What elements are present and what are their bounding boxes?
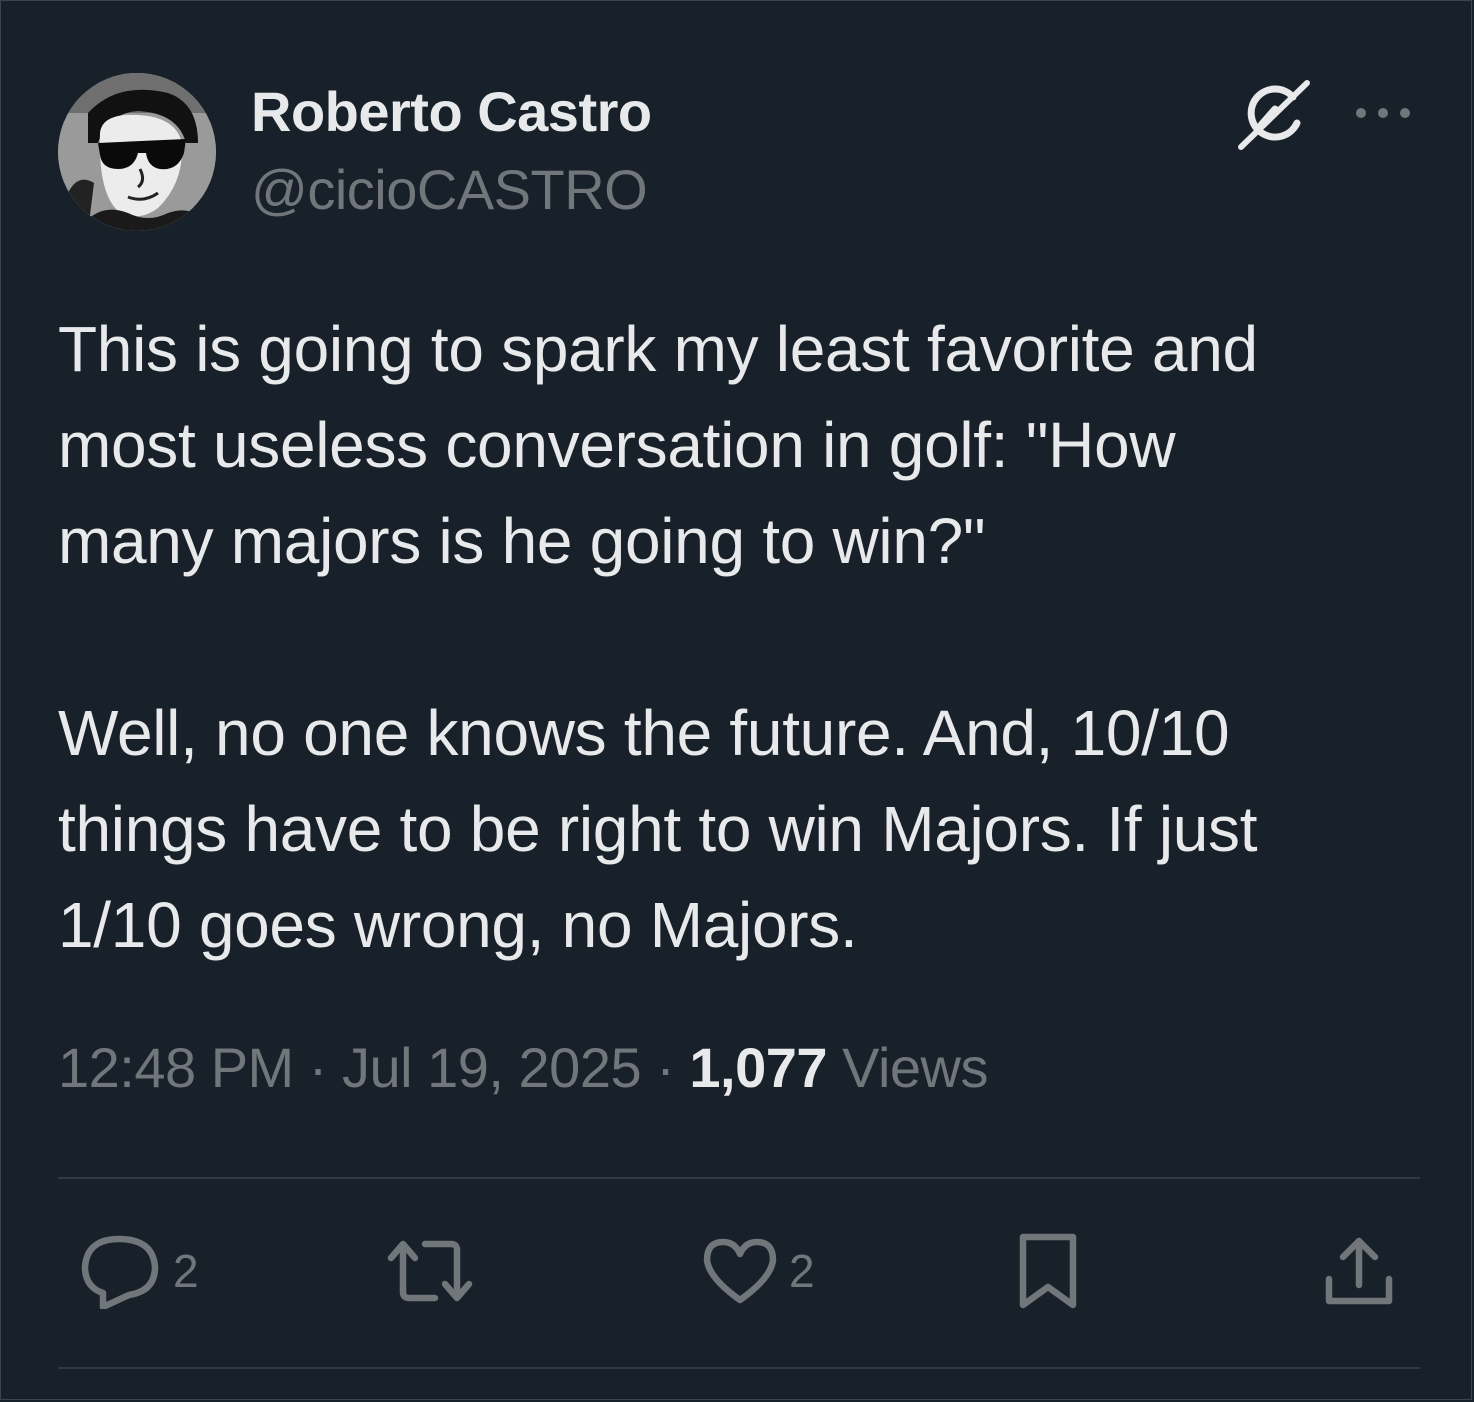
divider-bottom	[58, 1367, 1420, 1369]
tweet-meta: 12:48 PM · Jul 19, 2025 · 1,077 Views	[58, 1035, 988, 1100]
tweet-date[interactable]: Jul 19, 2025	[342, 1036, 642, 1099]
author-handle[interactable]: @cicioCASTRO	[251, 157, 648, 222]
tweet-text: This is going to spark my least favorite…	[58, 301, 1438, 973]
tweet-line: Well, no one knows the future. And, 10/1…	[58, 697, 1230, 769]
share-button[interactable]	[1321, 1231, 1397, 1311]
tweet-line: things have to be right to win Majors. I…	[58, 793, 1258, 865]
avatar[interactable]	[58, 73, 216, 231]
tweet-line: many majors is he going to win?"	[58, 505, 986, 577]
like-icon	[703, 1238, 777, 1304]
bookmark-icon	[1019, 1233, 1077, 1309]
repost-button[interactable]	[385, 1231, 485, 1311]
like-count: 2	[789, 1245, 815, 1297]
bookmark-button[interactable]	[1015, 1231, 1081, 1311]
meta-separator: ·	[308, 1036, 328, 1099]
repost-icon	[387, 1240, 473, 1302]
reply-count: 2	[173, 1245, 199, 1297]
tweet-line: This is going to spark my least favorite…	[58, 313, 1258, 385]
like-button[interactable]: 2	[701, 1231, 815, 1311]
divider-top	[58, 1177, 1420, 1179]
grok-icon[interactable]	[1235, 79, 1313, 151]
meta-separator: ·	[656, 1036, 675, 1099]
views-label: Views	[842, 1036, 988, 1099]
tweet-time[interactable]: 12:48 PM	[58, 1036, 294, 1099]
avatar-image	[58, 73, 216, 231]
views-count: 1,077	[689, 1036, 828, 1099]
tweet-card: Roberto Castro @cicioCASTRO This is goin…	[0, 0, 1472, 1400]
more-icon[interactable]	[1353, 101, 1413, 125]
author-display-name[interactable]: Roberto Castro	[251, 79, 652, 144]
reply-icon	[81, 1235, 159, 1309]
share-icon	[1325, 1237, 1393, 1305]
tweet-line: 1/10 goes wrong, no Majors.	[58, 889, 858, 961]
reply-button[interactable]: 2	[79, 1231, 199, 1311]
tweet-line: most useless conversation in golf: "How	[58, 409, 1176, 481]
